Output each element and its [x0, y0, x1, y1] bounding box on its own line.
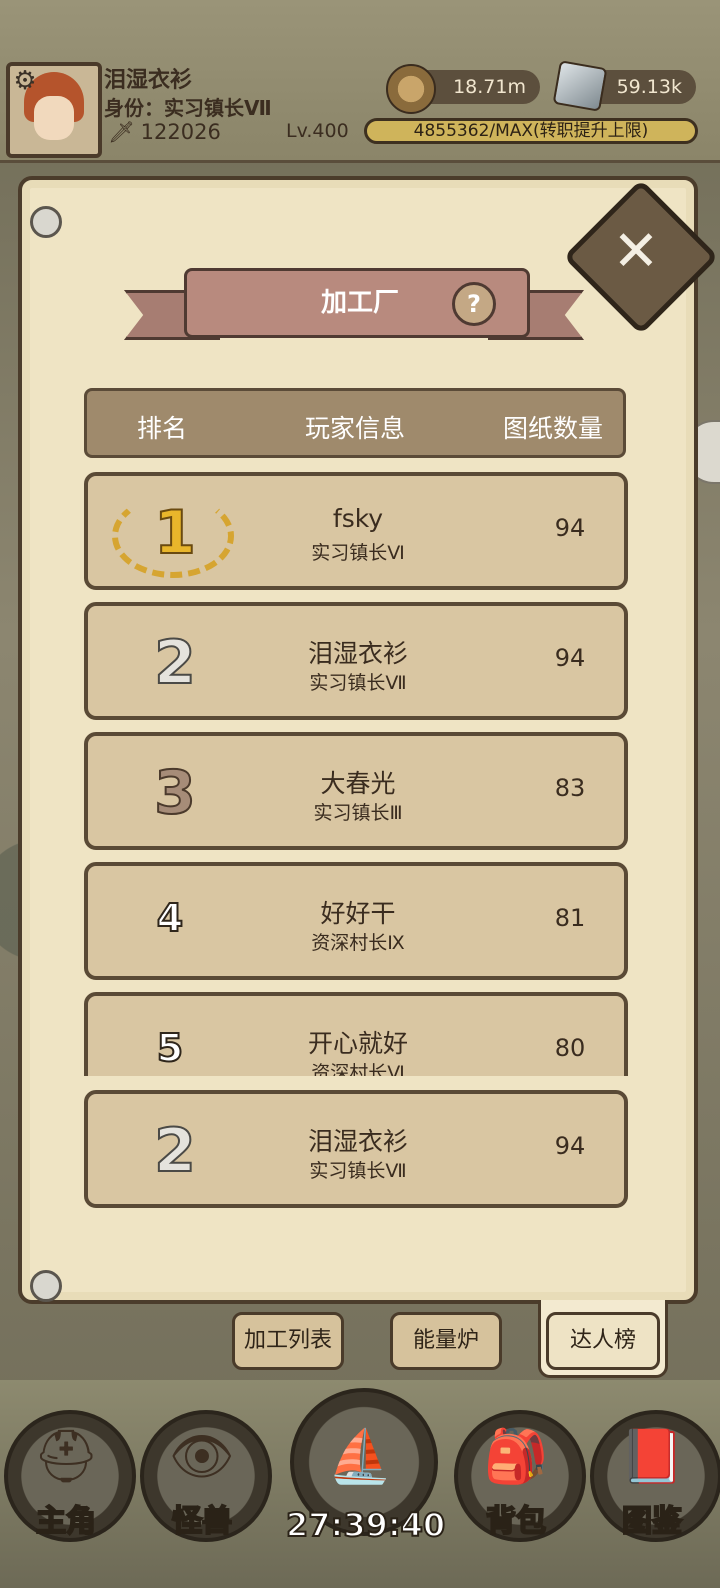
header-player-info: 玩家信息 [305, 414, 406, 443]
ranking-row[interactable]: 4 好好干 资深村长Ⅸ 81 [84, 862, 628, 980]
ranking-list[interactable]: 1 fsky 实习镇长Ⅵ 94 2 泪湿衣衫 实习镇长Ⅶ 94 3 大春光 实习… [84, 472, 630, 1076]
ranking-row[interactable]: 5 开心就好 资深村长Ⅵ 80 [84, 992, 628, 1076]
panel-pin-top [30, 206, 62, 238]
player-name: 泪湿衣衫 [104, 68, 193, 93]
panel-title: 加工厂 [320, 288, 399, 318]
player-name: 开心就好 [307, 1029, 408, 1058]
ship-icon: ⛵ [327, 1427, 393, 1487]
nav-main-label: 主角 [35, 1503, 97, 1540]
gem-icon [552, 60, 608, 112]
my-ranking-row: 2 泪湿衣衫 实习镇长Ⅶ 94 [84, 1090, 628, 1208]
experience-bar: 4855362/MAX(转职提升上限) [364, 118, 698, 144]
player-title: 资深村长Ⅵ [311, 1062, 405, 1076]
panel-pin-bottom [30, 1270, 62, 1302]
nav-atlas-label: 图鉴 [621, 1503, 683, 1540]
player-title: 实习镇长Ⅶ [309, 1160, 407, 1182]
rank-number: 5 [156, 1025, 184, 1071]
header-blueprint-count: 图纸数量 [503, 414, 604, 443]
tab-leaderboard[interactable]: 达人榜 [546, 1312, 660, 1370]
tab-processing-list[interactable]: 加工列表 [232, 1312, 344, 1370]
avatar-face [34, 96, 74, 140]
gold-medal-icon: 1 [153, 497, 197, 569]
player-title: 身份：实习镇长Ⅶ [104, 96, 272, 120]
blueprint-count: 81 [554, 904, 586, 932]
silver-medal-icon: 2 [153, 1115, 197, 1187]
player-title: 资深村长Ⅸ [311, 932, 405, 954]
rank-number: 4 [156, 895, 184, 941]
player-name: 泪湿衣衫 [307, 639, 408, 668]
help-icon[interactable]: ? [452, 282, 496, 326]
blueprint-count: 94 [554, 644, 586, 672]
ranking-header: 排名 玩家信息 图纸数量 [84, 388, 626, 458]
backpack-icon: 🎒 [483, 1427, 549, 1487]
player-name: fsky [332, 504, 384, 533]
bronze-medal-icon: 3 [153, 757, 197, 829]
player-name: 大春光 [320, 769, 396, 798]
book-icon: 📕 [619, 1427, 685, 1487]
sword-icon: 🗡 [108, 120, 135, 144]
ranking-row[interactable]: 3 大春光 实习镇长Ⅲ 83 [84, 732, 628, 850]
blueprint-count: 94 [554, 1132, 586, 1160]
player-title: 实习镇长Ⅲ [313, 802, 403, 824]
ranking-row[interactable]: 1 fsky 实习镇长Ⅵ 94 [84, 472, 628, 590]
coin-icon [386, 64, 436, 114]
player-title: 实习镇长Ⅶ [309, 672, 407, 694]
countdown-timer: 27:39:40 [285, 1505, 446, 1545]
settings-gear-icon[interactable]: ⚙ [10, 66, 40, 96]
silver-medal-icon: 2 [153, 627, 197, 699]
player-name: 好好干 [320, 899, 396, 928]
player-power: 🗡 122026 [108, 120, 221, 145]
nav-monster-label: 怪兽 [171, 1503, 233, 1540]
header-rank: 排名 [137, 414, 188, 443]
nav-bag-label: 背包 [485, 1503, 547, 1540]
player-title: 实习镇长Ⅵ [311, 542, 405, 564]
blueprint-count: 80 [554, 1034, 586, 1062]
helmet-icon: ⛑ [32, 1427, 99, 1487]
player-avatar[interactable]: ⚙ [6, 62, 102, 158]
blueprint-count: 83 [554, 774, 586, 802]
monster-eye-icon: 👁 [168, 1427, 235, 1487]
player-name: 泪湿衣衫 [307, 1127, 408, 1156]
blueprint-count: 94 [554, 514, 586, 542]
player-level: Lv.400 [286, 120, 349, 142]
ranking-row[interactable]: 2 泪湿衣衫 实习镇长Ⅶ 94 [84, 602, 628, 720]
close-icon[interactable]: ✕ [586, 202, 686, 302]
player-power-value: 122026 [140, 120, 221, 144]
tab-energy-furnace[interactable]: 能量炉 [390, 1312, 502, 1370]
